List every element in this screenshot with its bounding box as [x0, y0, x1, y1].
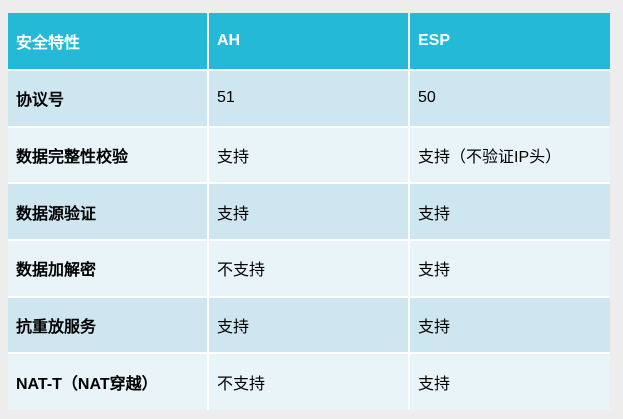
ah-cell: 支持: [208, 296, 410, 355]
feature-cell: 数据完整性校验: [8, 126, 209, 185]
feature-cell: 抗重放服务: [8, 296, 209, 355]
ah-cell: 支持: [208, 183, 410, 241]
feature-cell: NAT-T（NAT穿越）: [8, 353, 209, 410]
esp-cell: 支持（不验证IP头）: [409, 126, 610, 185]
ah-esp-comparison-table: 安全特性 AH ESP 协议号 51 50 数据完整性校验 支持 支持（不验证I…: [8, 13, 610, 410]
table-row: 数据源验证 支持 支持: [8, 183, 610, 241]
esp-cell: 支持: [409, 183, 610, 241]
table-row: 协议号 51 50: [8, 70, 610, 128]
header-ah: AH: [208, 13, 410, 71]
table-header-row: 安全特性 AH ESP: [8, 13, 610, 71]
header-security-feature: 安全特性: [8, 13, 209, 71]
feature-cell: 数据源验证: [8, 183, 209, 241]
table-row: 数据完整性校验 支持 支持（不验证IP头）: [8, 126, 610, 185]
table-row: 数据加解密 不支持 支持: [8, 239, 610, 298]
esp-cell: 支持: [409, 239, 610, 298]
esp-cell: 支持: [409, 353, 610, 410]
ah-cell: 不支持: [208, 353, 410, 410]
table-row: NAT-T（NAT穿越） 不支持 支持: [8, 353, 610, 410]
esp-cell: 50: [409, 70, 610, 128]
ah-cell: 不支持: [208, 239, 410, 298]
feature-cell: 数据加解密: [8, 239, 209, 298]
ah-cell: 支持: [208, 126, 410, 185]
feature-cell: 协议号: [8, 70, 209, 128]
table-row: 抗重放服务 支持 支持: [8, 296, 610, 355]
esp-cell: 支持: [409, 296, 610, 355]
comparison-table-frame: 安全特性 AH ESP 协议号 51 50 数据完整性校验 支持 支持（不验证I…: [8, 13, 610, 410]
header-esp: ESP: [409, 13, 610, 71]
ah-cell: 51: [208, 70, 410, 128]
